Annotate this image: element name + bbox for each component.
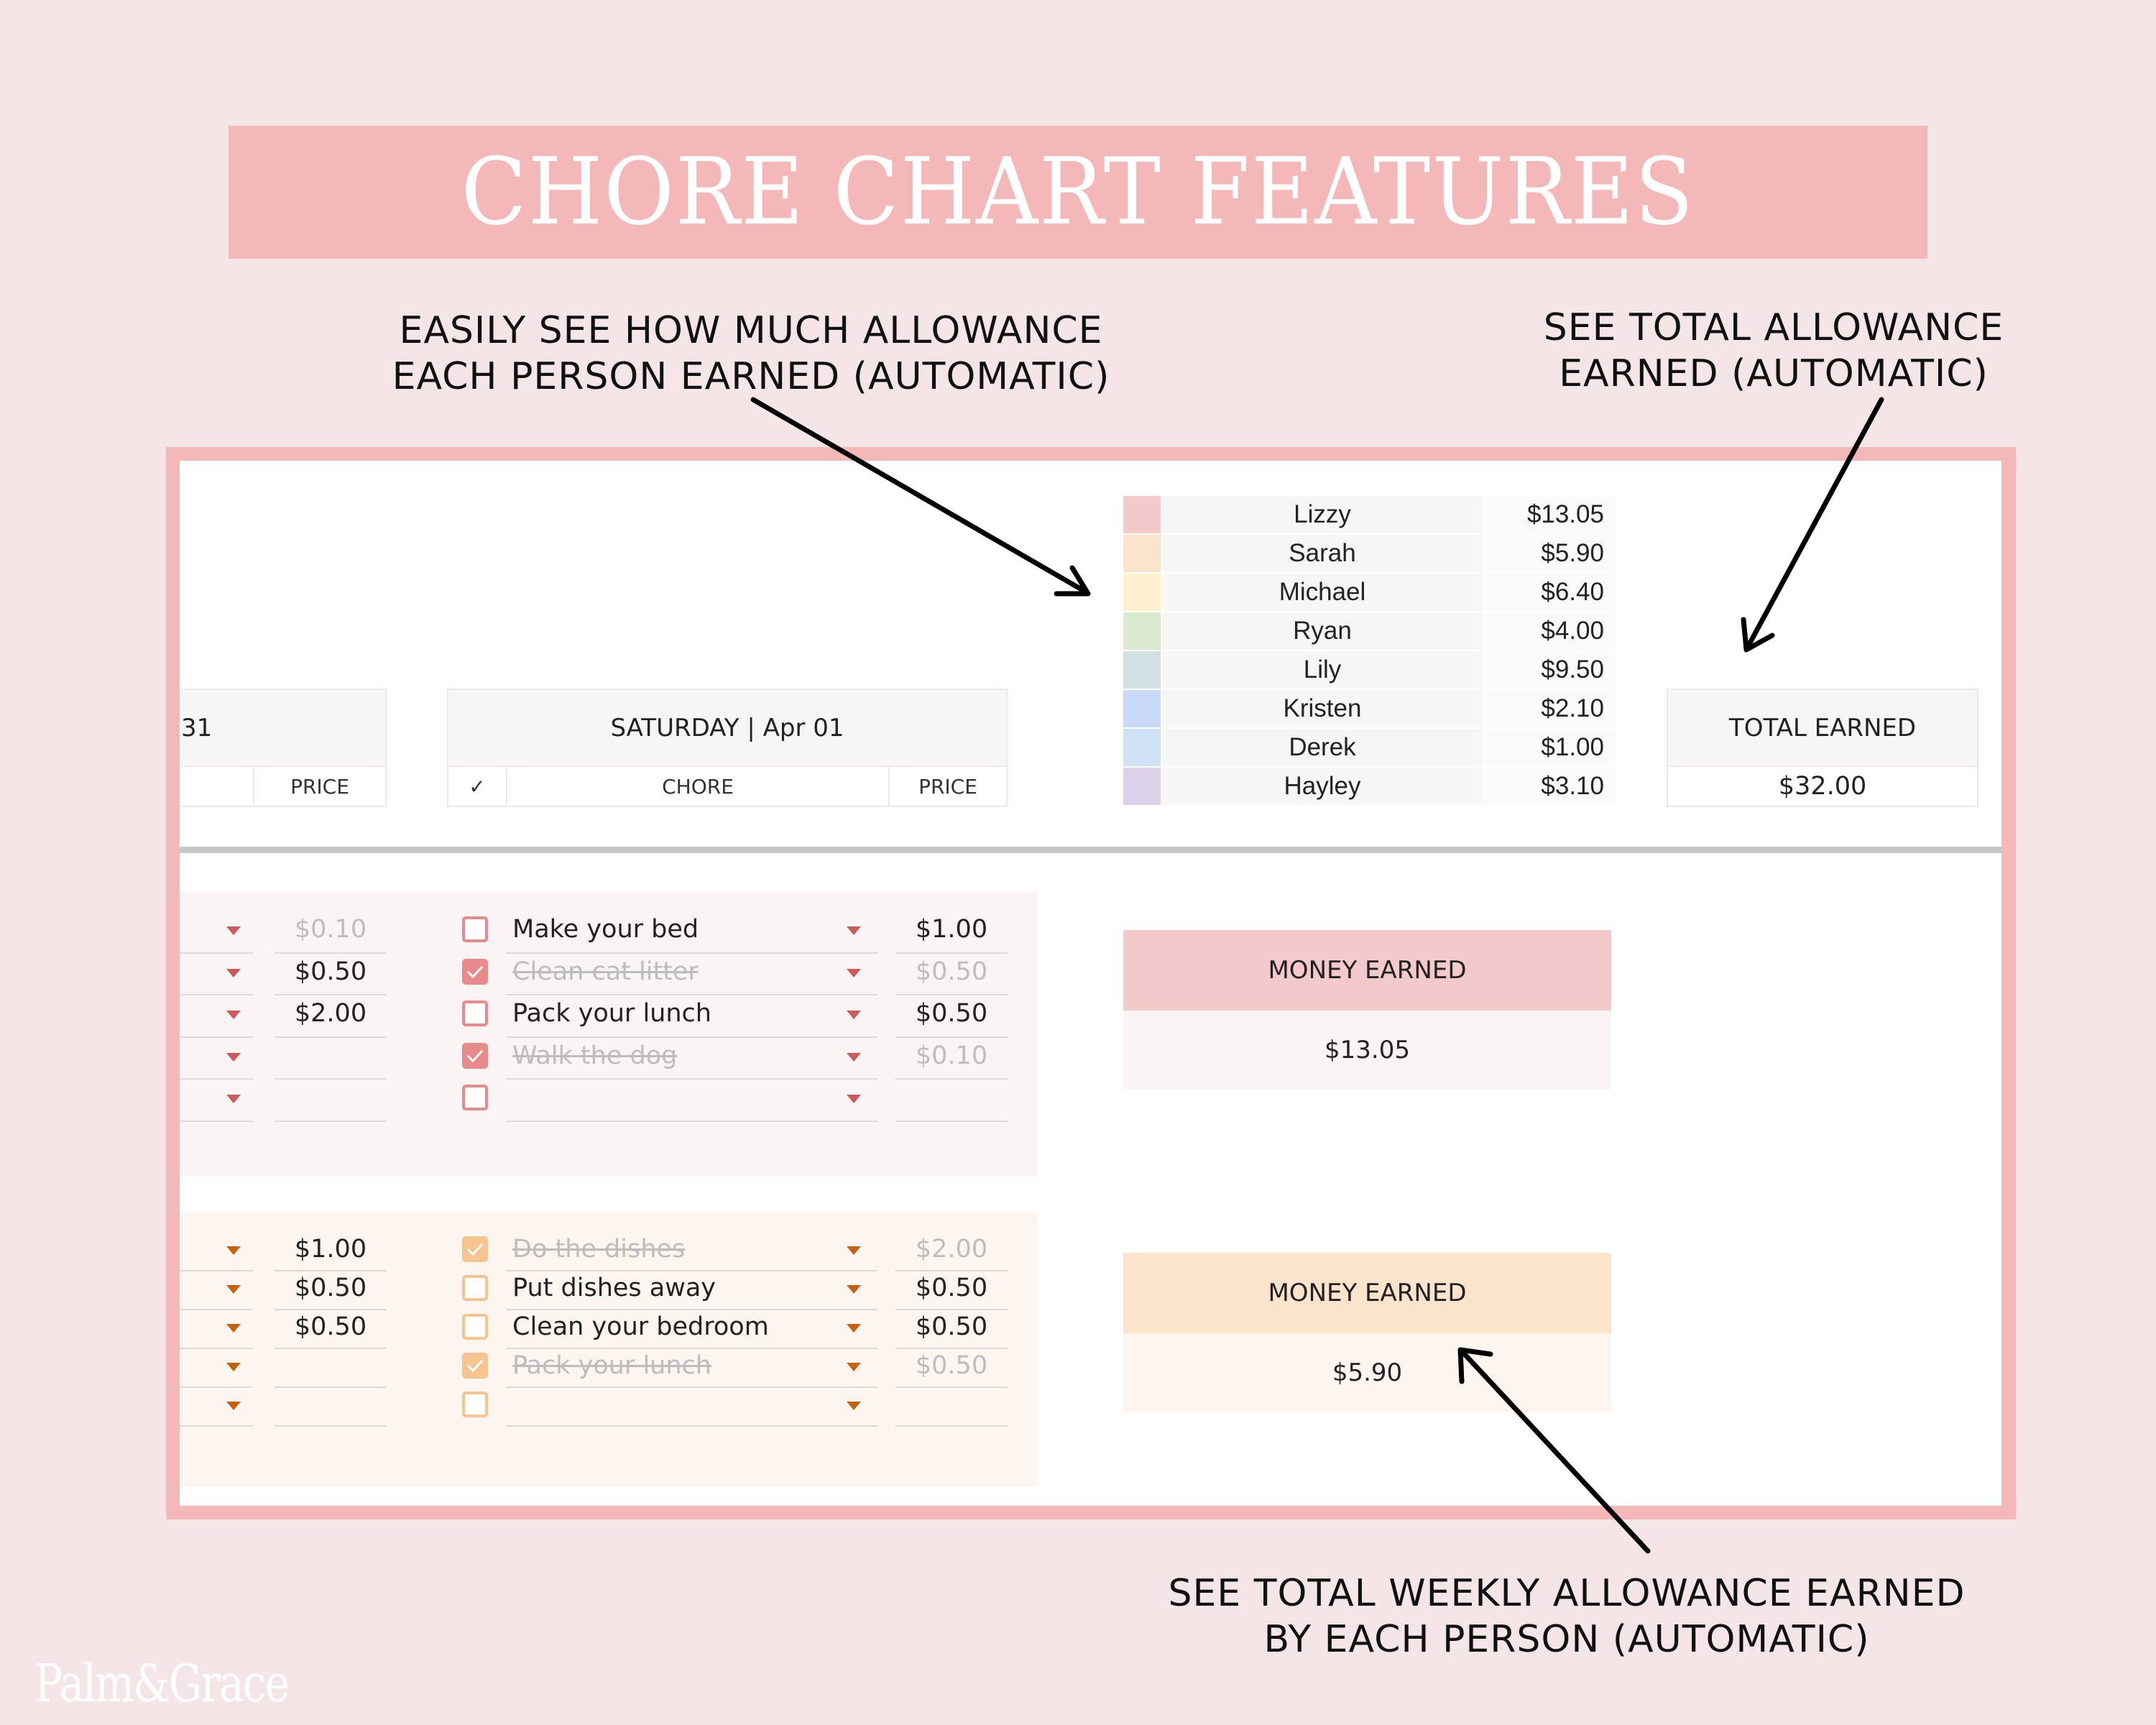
arrow-icon [1457, 1347, 1651, 1554]
brand-logo: Palm&Grace [34, 1653, 290, 1714]
arrow-icon [750, 397, 1091, 597]
annotation-arrows [750, 397, 1884, 1554]
arrow-icon [1741, 397, 1884, 653]
